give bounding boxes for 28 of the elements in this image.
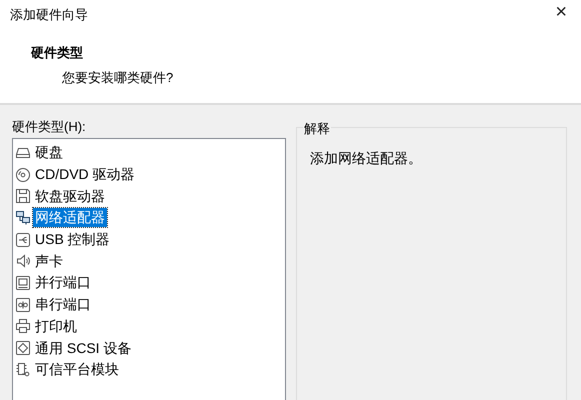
explanation-text: 添加网络适配器。 bbox=[310, 148, 423, 168]
list-item[interactable]: 硬盘 bbox=[33, 143, 65, 162]
network-icon bbox=[15, 210, 31, 226]
list-item[interactable]: 通用 SCSI 设备 bbox=[33, 338, 134, 358]
list-label: 硬件类型(H): bbox=[12, 119, 87, 135]
list-item[interactable]: 可信平台模块 bbox=[33, 360, 121, 380]
chip-key-icon bbox=[15, 362, 31, 378]
window-title: 添加硬件向导 bbox=[10, 6, 88, 24]
hardware-list[interactable]: 硬盘 CD/DVD 驱动器 软盘驱动器 网络适配器 USB 控制器 声卡 并行端口 串行端口 打印机 通用 SCSI 设备 可信平台模块 bbox=[12, 138, 286, 400]
group-legend: 解释 bbox=[303, 121, 331, 136]
serial-port-icon bbox=[15, 296, 31, 313]
list-item[interactable]: 串行端口 bbox=[33, 295, 93, 314]
close-button[interactable]: × bbox=[549, 0, 573, 24]
printer-icon bbox=[15, 318, 31, 334]
list-item[interactable]: CD/DVD 驱动器 bbox=[33, 165, 137, 184]
speaker-icon bbox=[15, 253, 31, 270]
disc-icon bbox=[15, 166, 31, 183]
list-item[interactable]: 软盘驱动器 bbox=[33, 186, 107, 206]
list-item[interactable]: 网络适配器 bbox=[33, 208, 107, 228]
list-item[interactable]: 打印机 bbox=[33, 316, 79, 336]
scsi-device-icon bbox=[15, 340, 31, 356]
list-item[interactable]: USB 控制器 bbox=[33, 230, 112, 250]
list-item[interactable]: 声卡 bbox=[33, 252, 65, 271]
parallel-port-icon bbox=[15, 274, 31, 291]
page-subtitle: 您要安装哪类硬件? bbox=[62, 69, 174, 87]
usb-icon bbox=[15, 232, 31, 248]
list-item[interactable]: 并行端口 bbox=[33, 273, 93, 292]
page-heading: 硬件类型 bbox=[31, 44, 83, 62]
